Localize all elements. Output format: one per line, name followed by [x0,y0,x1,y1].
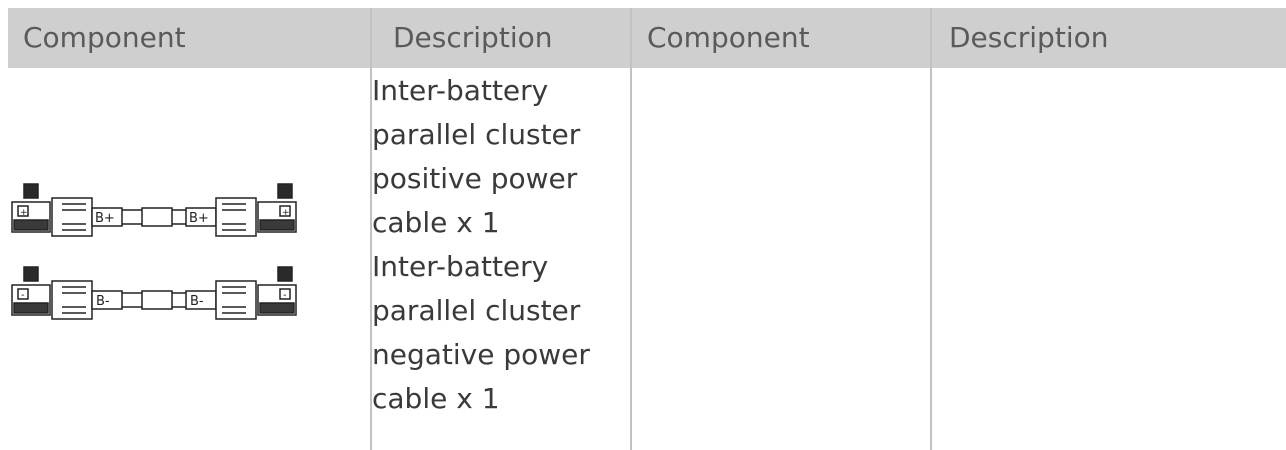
description-line: Inter-battery [372,74,549,107]
header-description-1: Description [393,21,553,54]
column-divider [930,8,932,450]
positive-power-cable-icon: B+ B+ + + [11,183,297,237]
header-component-2: Component [647,21,810,54]
description-line: cable x 1 [372,206,500,239]
description-line: parallel cluster [372,294,581,327]
cable-label-left: B- [96,294,110,309]
cable-label-right: B- [190,294,204,309]
cable-label-left: B+ [95,211,115,226]
cable-label-right: B+ [189,211,209,226]
cable-end-mark: + [20,208,28,218]
description-line: cable x 1 [372,382,500,415]
cable-end-mark: + [282,208,290,218]
cable-end-mark: - [21,290,25,301]
component-table: Component Description Component Descript… [8,8,1286,450]
cable-end-mark: - [283,290,287,301]
description-line: negative power [372,338,590,371]
table-header-row: Component Description Component Descript… [8,8,1286,68]
description-line: parallel cluster [372,118,581,151]
negative-power-cable-icon: B- B- - - [11,266,297,320]
header-description-2: Description [949,21,1109,54]
description-line: positive power [372,162,578,195]
description-cell: Inter-battery parallel cluster positive … [372,69,632,421]
description-line: Inter-battery [372,250,549,283]
header-component-1: Component [23,21,186,54]
